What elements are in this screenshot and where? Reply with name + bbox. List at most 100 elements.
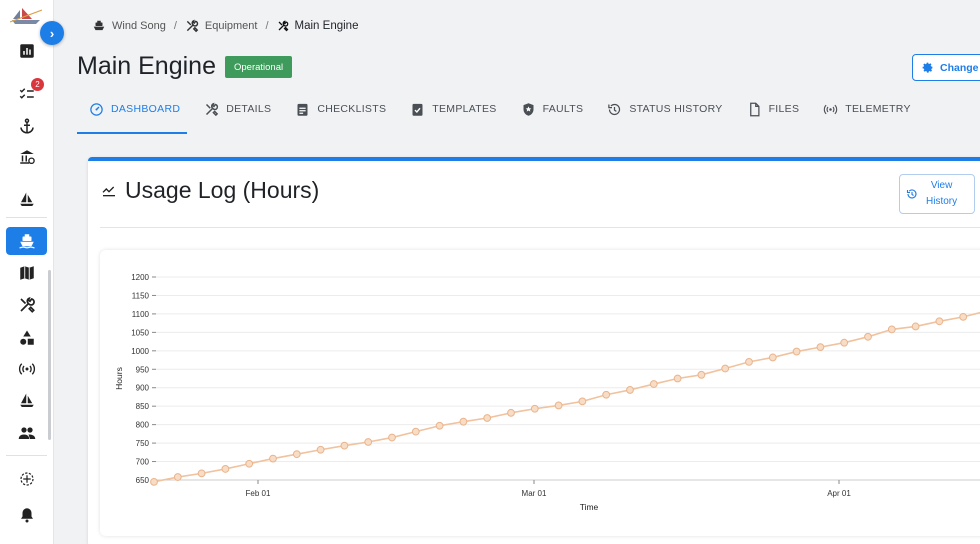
breadcrumb-vessel[interactable]: Wind Song: [92, 19, 166, 33]
data-point: [697, 370, 706, 379]
trend-chart-icon: [102, 186, 115, 196]
usage-chart: 650 700 750 800 850 900 950 1000 1050 1100 1150 120…: [100, 250, 980, 536]
tab-details[interactable]: DETAILS: [192, 96, 283, 122]
people-icon: [18, 427, 35, 439]
y-tick-label: 700: [136, 458, 150, 467]
data-point: [459, 417, 468, 426]
data-point: [173, 473, 182, 481]
sidebar-item-inventory[interactable]: [6, 324, 47, 352]
sidebar-item-support[interactable]: [6, 465, 47, 493]
breadcrumb-equipment-label: Equipment: [204, 20, 258, 32]
sidebar-item-fleet[interactable]: [6, 387, 47, 415]
file-icon: [749, 102, 760, 116]
data-point: [411, 427, 420, 436]
data-point: [673, 374, 682, 383]
x-tick-label: Mar 01: [522, 489, 547, 498]
data-point: [864, 332, 872, 341]
data-point: [292, 450, 301, 459]
data-point: [507, 408, 515, 417]
sidebar-scrollbar[interactable]: [48, 270, 51, 440]
tab-files[interactable]: FILES: [735, 96, 812, 122]
history-icon: [906, 189, 917, 199]
data-point: [626, 386, 634, 394]
y-tick-label: 1050: [131, 328, 149, 337]
ship-icon: [18, 234, 35, 249]
tab-faults[interactable]: FAULTS: [509, 96, 596, 122]
sailboat-icon: [19, 192, 34, 206]
tab-label: FAULTS: [542, 103, 584, 115]
bell-icon: [20, 508, 33, 523]
map-icon: [19, 266, 34, 280]
clipboard-check-icon: [412, 103, 423, 116]
view-history-line2: History: [926, 196, 958, 207]
data-point: [959, 312, 968, 321]
sidebar-item-equipment[interactable]: [6, 227, 47, 255]
data-point: [197, 469, 206, 478]
breadcrumb-separator: /: [265, 20, 269, 32]
usage-series-line: [153, 311, 980, 483]
sidebar-item-notifications[interactable]: [6, 501, 47, 529]
sidebar-item-tools[interactable]: [6, 291, 47, 319]
y-tick-label: 650: [136, 476, 150, 485]
view-history-button[interactable]: View History: [899, 174, 975, 214]
data-point: [364, 438, 373, 446]
tab-status-history[interactable]: STATUS HISTORY: [595, 96, 734, 122]
data-point: [435, 421, 444, 430]
sidebar-item-vessels[interactable]: [6, 186, 47, 214]
tab-dashboard[interactable]: DASHBOARD: [77, 96, 192, 122]
data-point: [150, 477, 158, 486]
sidebar-item-map[interactable]: [6, 259, 47, 287]
data-point: [554, 401, 563, 410]
data-point: [721, 364, 730, 373]
data-point: [316, 445, 325, 454]
shield-star-icon: [523, 102, 534, 116]
tab-checklists[interactable]: CHECKLISTS: [283, 96, 398, 122]
tab-bar: DASHBOARD DETAILS CHECKLISTS TEMPLATES F…: [77, 96, 923, 134]
y-tick-label: 900: [136, 384, 150, 393]
card-title: Usage Log (Hours): [101, 177, 319, 204]
sidebar-expand-button[interactable]: ›: [40, 21, 64, 45]
breadcrumb-current: Main Engine: [277, 20, 359, 32]
tab-label: TEMPLATES: [432, 103, 497, 115]
institution-icon: [19, 150, 35, 165]
ship-icon: [93, 20, 105, 31]
breadcrumb-current-label: Main Engine: [294, 20, 359, 32]
data-point: [221, 465, 230, 473]
data-point: [245, 459, 254, 468]
card-divider: [100, 227, 980, 228]
sidebar-item-crew[interactable]: [6, 419, 47, 447]
data-point: [816, 343, 825, 352]
sidebar-item-checklists[interactable]: 2: [6, 78, 47, 108]
telemetry-icon: [18, 363, 35, 375]
speedometer-icon: [90, 102, 103, 116]
sidebar-item-telemetry[interactable]: [6, 355, 47, 383]
change-status-button[interactable]: Change: [912, 54, 980, 81]
tab-label: DETAILS: [226, 103, 272, 115]
page-title: Main Engine: [77, 52, 216, 80]
data-point: [269, 454, 277, 463]
breadcrumb: Wind Song / Equipment / Main Engine: [92, 19, 358, 33]
view-history-line1: View: [930, 180, 953, 191]
tools-icon: [278, 20, 288, 32]
sidebar-item-anchorage[interactable]: [6, 112, 47, 140]
tab-label: DASHBOARD: [111, 103, 181, 115]
data-point: [840, 338, 849, 347]
tools-icon: [206, 102, 219, 116]
data-point: [887, 325, 896, 334]
tab-templates[interactable]: TEMPLATES: [398, 96, 508, 122]
change-button-label: Change: [940, 61, 979, 74]
breadcrumb-equipment[interactable]: Equipment: [185, 19, 258, 33]
usage-log-card: Usage Log (Hours) View History 650 700 750…: [88, 157, 980, 544]
y-tick-label: 850: [136, 402, 150, 411]
sailboat-icon: [19, 393, 34, 407]
sidebar-item-dashboard[interactable]: [6, 37, 47, 65]
tools-icon: [19, 296, 35, 313]
sidebar-item-institution[interactable]: [6, 143, 47, 171]
data-point: [602, 390, 611, 399]
tab-telemetry[interactable]: TELEMETRY: [811, 96, 923, 122]
data-point: [911, 322, 920, 331]
shapes-icon: [19, 330, 34, 345]
sidebar-divider: [6, 455, 47, 456]
data-point: [745, 357, 753, 366]
x-tick-label: Apr 01: [827, 489, 851, 498]
